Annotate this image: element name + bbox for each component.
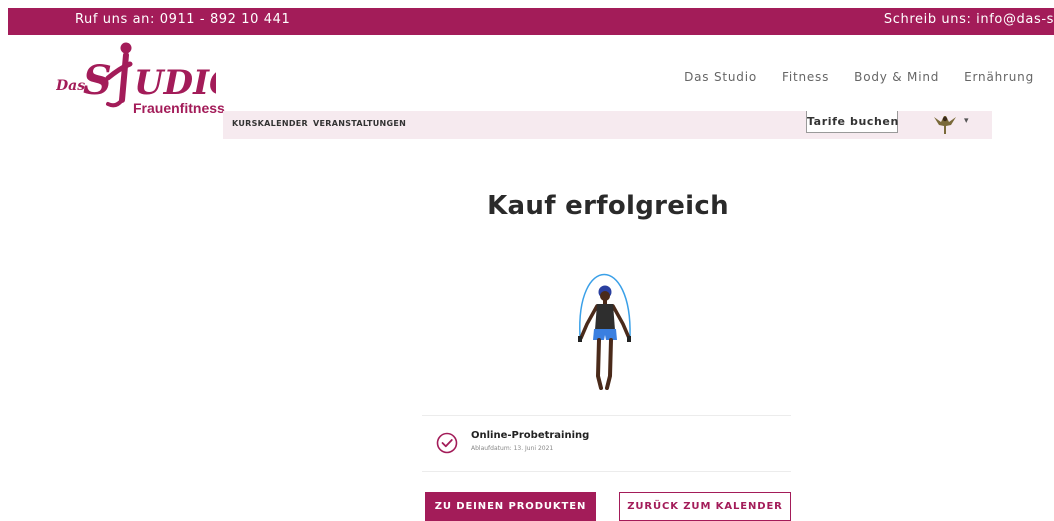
studio-logo[interactable]: Das S UDIO Frauenfitness	[56, 38, 225, 118]
nav-item-body-mind[interactable]: Body & Mind	[854, 70, 939, 84]
logo-name-text: UDIO	[134, 63, 216, 103]
jump-rope-illustration	[570, 266, 640, 396]
logo-subtitle: Frauenfitness	[133, 100, 225, 116]
product-name: Online-Probetraining	[471, 430, 590, 441]
page-title: Kauf erfolgreich	[487, 191, 729, 221]
check-circle-icon	[436, 432, 458, 454]
tarife-buchen-button[interactable]: Tarife buchen	[806, 111, 898, 133]
divider-top	[422, 415, 791, 416]
user-avatar[interactable]	[932, 113, 958, 135]
sub-nav-veranstaltungen[interactable]: VERANSTALTUNGEN	[313, 119, 406, 128]
nav-item-ernaehrung[interactable]: Ernährung	[964, 70, 1034, 84]
sub-nav-bar: KURSKALENDER VERANSTALTUNGEN Tarife buch…	[223, 111, 992, 139]
nav-item-das-studio[interactable]: Das Studio	[684, 70, 757, 84]
logo-s-text: S	[83, 57, 112, 104]
divider-bottom	[422, 471, 791, 472]
phone-link[interactable]: Ruf uns an: 0911 - 892 10 441	[75, 12, 290, 27]
nav-item-fitness[interactable]: Fitness	[782, 70, 829, 84]
product-expiry: Ablaufdatum: 13. Juni 2021	[471, 445, 554, 452]
main-nav: Das Studio Fitness Body & Mind Ernährung	[684, 70, 1034, 84]
zu-deinen-produkten-button[interactable]: ZU DEINEN PRODUKTEN	[425, 492, 596, 521]
logo-prefix-text: Das	[56, 78, 85, 94]
zurueck-zum-kalender-button[interactable]: ZURÜCK ZUM KALENDER	[619, 492, 791, 521]
chevron-down-icon[interactable]: ▾	[964, 116, 969, 126]
top-contact-bar: Ruf uns an: 0911 - 892 10 441 Schreib un…	[8, 8, 1054, 35]
email-link[interactable]: Schreib uns: info@das-s	[884, 12, 1054, 27]
sub-nav-kurskalender[interactable]: KURSKALENDER	[232, 119, 308, 128]
